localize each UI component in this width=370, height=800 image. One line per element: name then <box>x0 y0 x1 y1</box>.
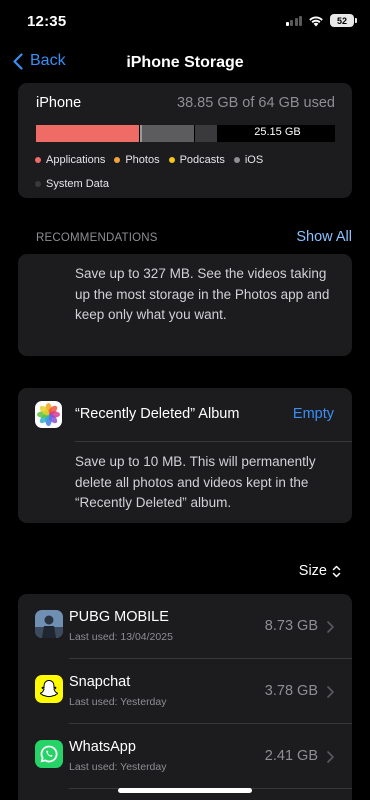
app-last-used: Last used: Yesterday <box>69 761 167 773</box>
legend-item-podcasts: Podcasts <box>168 151 225 168</box>
storage-segment-ios <box>140 125 194 142</box>
page-title: iPhone Storage <box>126 54 244 71</box>
storage-used-text: 38.85 GB of 64 GB used <box>177 95 335 111</box>
device-name: iPhone <box>36 95 82 111</box>
cellular-signal-icon <box>285 15 302 26</box>
legend-dot <box>168 156 175 163</box>
legend-item-ios: iOS <box>233 151 264 168</box>
chevron-up-down-icon <box>332 565 341 577</box>
recommendations-label: RECOMMENDATIONS <box>36 232 158 244</box>
storage-free-text: 25.15 GB <box>254 126 301 138</box>
navigation-bar: Back iPhone Storage <box>0 46 370 80</box>
recommendation-recently-deleted: “Recently Deleted” Album Empty Save up t… <box>18 388 352 523</box>
recently-deleted-title: “Recently Deleted” Album <box>75 406 240 422</box>
recommendation-review-videos[interactable]: Save up to 327 MB. See the videos taking… <box>18 254 352 356</box>
recommendations-header: RECOMMENDATIONS Show All <box>36 229 352 245</box>
status-time: 12:35 <box>27 13 67 30</box>
app-size: 8.73 GB <box>264 618 318 634</box>
legend-item-system-data: System Data <box>35 175 109 192</box>
legend-item-photos: Photos <box>114 151 160 168</box>
legend-item-applications: Applications <box>35 151 105 168</box>
chevron-right-icon <box>327 621 334 633</box>
battery-icon: 52 <box>330 14 357 27</box>
chevron-right-icon <box>327 751 334 763</box>
app-name: Snapchat <box>69 674 131 690</box>
wifi-icon <box>309 15 323 26</box>
divider <box>75 441 352 442</box>
home-indicator[interactable] <box>118 788 252 793</box>
storage-segment-system-data <box>195 125 217 142</box>
snapchat-icon <box>35 675 63 703</box>
storage-summary-card: iPhone 38.85 GB of 64 GB used 25.15 GB A… <box>18 83 352 198</box>
photos-app-icon <box>35 401 62 428</box>
whatsapp-icon <box>35 740 63 768</box>
legend-label: Podcasts <box>179 153 225 166</box>
app-last-used: Last used: Yesterday <box>69 696 167 708</box>
legend-dot <box>233 156 240 163</box>
legend-dot <box>35 180 41 187</box>
app-name: WhatsApp <box>69 739 136 755</box>
show-all-button[interactable]: Show All <box>296 229 352 245</box>
legend-label: iOS <box>244 153 264 166</box>
app-name: PUBG MOBILE <box>69 609 169 625</box>
status-icons: 52 <box>285 14 357 27</box>
apps-list: PUBG MOBILE Last used: 13/04/2025 8.73 G… <box>18 594 352 800</box>
app-row-whatsapp[interactable]: WhatsApp Last used: Yesterday 2.41 GB <box>18 724 352 789</box>
pubg-icon <box>35 610 63 638</box>
storage-segment-applications <box>36 125 139 142</box>
sort-button[interactable]: Size <box>299 563 341 579</box>
empty-button[interactable]: Empty <box>293 406 334 422</box>
storage-legend: Applications Photos Podcasts iOS System … <box>35 151 342 192</box>
storage-bar: 25.15 GB <box>36 125 335 142</box>
legend-label: System Data <box>46 177 109 190</box>
legend-dot <box>35 156 41 163</box>
app-size: 2.41 GB <box>264 748 318 764</box>
chevron-right-icon <box>327 686 334 698</box>
sort-label: Size <box>298 563 327 579</box>
legend-label: Photos <box>125 153 160 166</box>
legend-dot <box>114 156 121 163</box>
legend-label: Applications <box>46 153 106 166</box>
app-row-snapchat[interactable]: Snapchat Last used: Yesterday 3.78 GB <box>18 659 352 724</box>
app-row-pubg[interactable]: PUBG MOBILE Last used: 13/04/2025 8.73 G… <box>18 594 352 659</box>
status-bar: 12:35 52 <box>0 0 370 44</box>
recommendation-text: Save up to 327 MB. See the videos taking… <box>75 266 330 322</box>
app-last-used: Last used: 13/04/2025 <box>69 631 173 643</box>
app-size: 3.78 GB <box>264 683 318 699</box>
recommendation-text: Save up to 10 MB. This will permanently … <box>75 454 316 510</box>
